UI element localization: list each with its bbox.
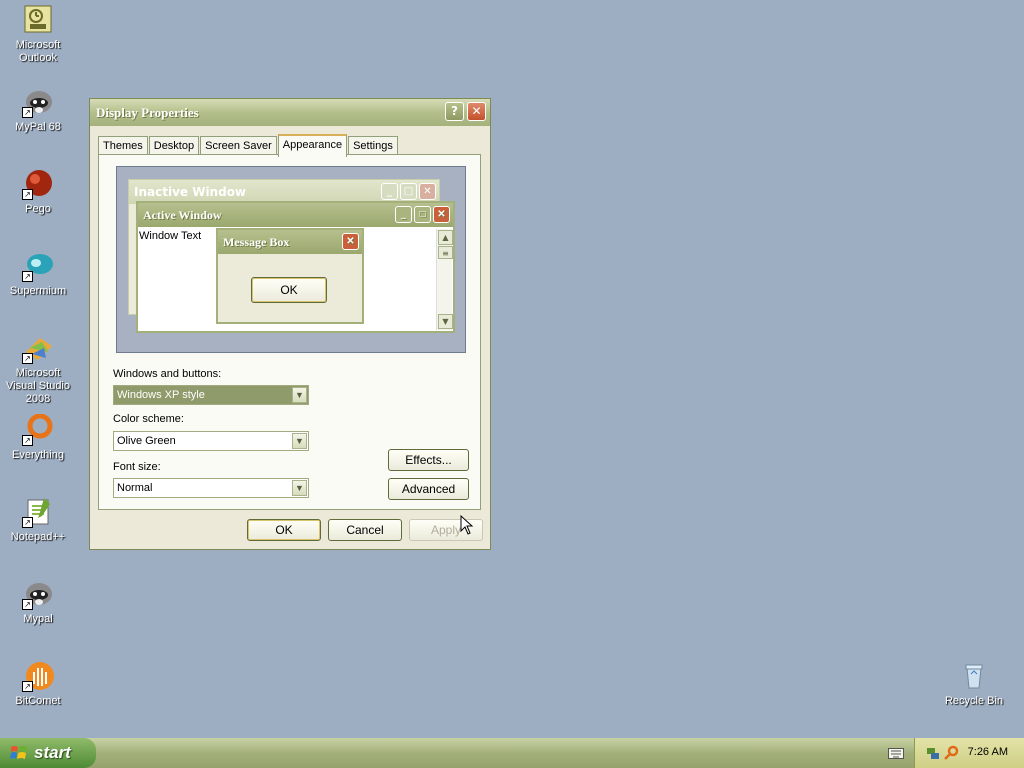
desktop-icon-label: Pego	[25, 203, 51, 215]
network-icon[interactable]	[925, 745, 941, 761]
notepadpp-icon: ↗	[22, 496, 54, 528]
chevron-down-icon: ▼	[292, 480, 307, 496]
ok-button[interactable]: OK	[247, 519, 321, 541]
raccoon-icon: ↗	[22, 578, 54, 610]
desktop-icon-outlook[interactable]: Microsoft Outlook	[0, 4, 76, 65]
desktop-icon-supermium[interactable]: ↗ Supermium	[0, 250, 76, 298]
active-window-title: Active Window	[143, 208, 222, 222]
start-label: start	[34, 743, 71, 762]
outlook-icon	[22, 4, 54, 36]
desktop-icon-visual-studio[interactable]: ↗ Microsoft Visual Studio 2008	[0, 332, 76, 406]
shortcut-arrow-icon: ↗	[22, 681, 33, 692]
bitcomet-icon: ↗	[22, 660, 54, 692]
shortcut-arrow-icon: ↗	[22, 599, 33, 610]
windows-logo-icon	[10, 746, 27, 759]
window-text: Window Text	[139, 230, 202, 242]
desktop-icon-label: MyPal 68	[15, 121, 61, 133]
scroll-thumb: ≡	[438, 246, 453, 259]
desktop-icon-mypal[interactable]: ↗ Mypal	[0, 578, 76, 626]
message-box-title: Message Box	[223, 235, 290, 249]
taskbar: start 7:26 AM	[0, 738, 1024, 768]
appearance-preview: Inactive Window _ □ ✕ Active Window _ □ …	[116, 166, 466, 353]
minimize-icon: _	[395, 206, 412, 223]
visual-studio-icon: ↗	[22, 332, 54, 364]
clock[interactable]: 7:26 AM	[968, 746, 1008, 758]
desktop-icon-everything[interactable]: ↗ Everything	[0, 413, 76, 462]
search-icon[interactable]	[943, 745, 959, 761]
color-scheme-label: Color scheme:	[113, 413, 184, 425]
desktop-icon-bitcomet[interactable]: ↗ BitComet	[0, 660, 76, 708]
appearance-panel: Inactive Window _ □ ✕ Active Window _ □ …	[98, 154, 481, 510]
everything-icon: ↗	[22, 413, 54, 446]
shortcut-arrow-icon: ↗	[22, 189, 33, 200]
tab-themes[interactable]: Themes	[98, 136, 148, 155]
desktop-icon-label: Notepad++	[10, 531, 66, 543]
close-icon: ✕	[419, 183, 436, 200]
desktop-icon-label: Everything	[12, 449, 64, 461]
desktop-icon-notepadpp[interactable]: ↗ Notepad++	[0, 496, 76, 544]
tab-screen-saver[interactable]: Screen Saver	[200, 136, 277, 155]
supermium-icon: ↗	[22, 250, 54, 282]
start-button[interactable]: start	[0, 738, 96, 768]
pego-icon: ↗	[22, 168, 54, 200]
tab-settings[interactable]: Settings	[348, 136, 398, 155]
cancel-button[interactable]: Cancel	[328, 519, 402, 541]
recycle-bin-icon	[958, 660, 990, 692]
keyboard-icon[interactable]	[888, 746, 904, 760]
preview-message-box: Message Box ✕ OK	[216, 228, 364, 324]
tab-desktop[interactable]: Desktop	[148, 136, 200, 155]
font-size-label: Font size:	[113, 461, 161, 473]
desktop-icon-label: Recycle Bin	[944, 695, 1004, 707]
display-properties-window: Display Properties ? ✕ Themes Desktop Sc…	[89, 98, 491, 550]
color-scheme-select[interactable]: Olive Green ▼	[113, 431, 309, 451]
shortcut-arrow-icon: ↗	[22, 517, 33, 528]
shortcut-arrow-icon: ↗	[22, 107, 33, 118]
close-icon: ✕	[342, 233, 359, 250]
preview-ok-button: OK	[251, 277, 327, 303]
close-button[interactable]: ✕	[467, 102, 486, 121]
desktop-icon-label: Microsoft Outlook	[15, 39, 61, 64]
title-bar[interactable]: Display Properties ? ✕	[90, 99, 490, 126]
desktop-icon-recycle-bin[interactable]: Recycle Bin	[936, 660, 1012, 708]
shortcut-arrow-icon: ↗	[22, 271, 33, 282]
active-window-titlebar: Active Window _ □ ✕	[138, 203, 453, 227]
tab-appearance[interactable]: Appearance	[277, 134, 348, 157]
desktop-icon-label: BitComet	[15, 695, 61, 707]
message-box-titlebar: Message Box ✕	[218, 230, 362, 254]
raccoon-icon: ↗	[22, 86, 54, 118]
desktop-icon-label: Supermium	[9, 285, 67, 297]
windows-buttons-label: Windows and buttons:	[113, 368, 222, 380]
system-tray: 7:26 AM	[914, 738, 1024, 768]
desktop-icon-label: Microsoft Visual Studio 2008	[5, 367, 70, 405]
help-button[interactable]: ?	[445, 102, 464, 121]
desktop-icon-pego[interactable]: ↗ Pego	[0, 168, 76, 216]
scroll-up-icon: ▲	[438, 230, 453, 245]
window-title: Display Properties	[96, 104, 199, 120]
close-icon: ✕	[433, 206, 450, 223]
scroll-down-icon: ▼	[438, 314, 453, 329]
shortcut-arrow-icon: ↗	[22, 435, 33, 446]
font-size-select[interactable]: Normal ▼	[113, 478, 309, 498]
chevron-down-icon: ▼	[292, 433, 307, 449]
advanced-button[interactable]: Advanced	[388, 478, 469, 500]
maximize-icon: □	[400, 183, 417, 200]
preview-scrollbar: ▲ ≡ ▼	[436, 229, 453, 330]
shortcut-arrow-icon: ↗	[22, 353, 33, 364]
maximize-icon: □	[414, 206, 431, 223]
desktop-icon-label: Mypal	[23, 613, 53, 625]
chevron-down-icon: ▼	[292, 387, 307, 403]
desktop-icon-mypal68[interactable]: ↗ MyPal 68	[0, 86, 76, 134]
mouse-cursor-icon	[460, 515, 474, 535]
minimize-icon: _	[381, 183, 398, 200]
windows-buttons-select[interactable]: Windows XP style ▼	[113, 385, 309, 405]
effects-button[interactable]: Effects...	[388, 449, 469, 471]
